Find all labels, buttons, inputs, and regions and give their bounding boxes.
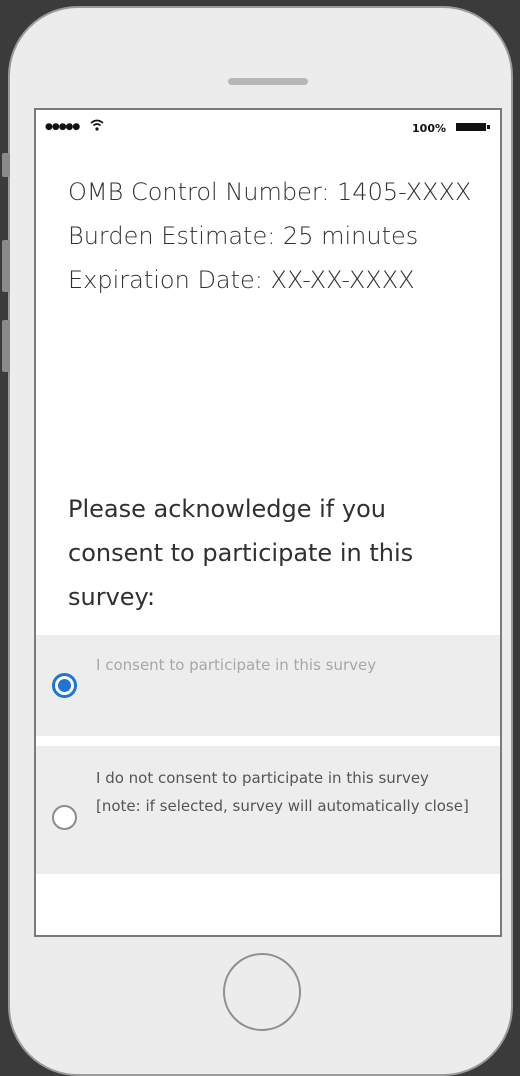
wifi-icon — [90, 119, 104, 131]
radio-selected-icon[interactable] — [52, 673, 77, 698]
consent-option-no-label: I do not consent to participate in this … — [96, 769, 469, 815]
expiration-date: Expiration Date: XX-XX-XXXX — [68, 266, 415, 294]
omb-control-number: OMB Control Number: 1405-XXXX — [68, 178, 472, 206]
consent-option-yes-label: I consent to participate in this survey — [96, 656, 377, 674]
signal-strength: ●●●●● — [45, 122, 80, 132]
phone-frame: ●●●●● 100% OMB Control Number: 1405-XXXX… — [2, 6, 513, 1076]
omb-info-block: OMB Control Number: 1405-XXXX Burden Est… — [68, 170, 478, 302]
speaker-grille — [228, 78, 308, 85]
status-bar: ●●●●● 100% — [36, 110, 500, 142]
mute-switch — [2, 153, 10, 177]
consent-option-yes[interactable]: I consent to participate in this survey — [36, 635, 500, 736]
home-button[interactable] — [223, 953, 301, 1031]
volume-down-button — [2, 320, 10, 372]
consent-option-no[interactable]: I do not consent to participate in this … — [36, 746, 500, 874]
radio-unselected-icon[interactable] — [52, 805, 77, 830]
battery-icon — [456, 123, 490, 131]
battery-percent: 100% — [412, 122, 446, 135]
burden-estimate: Burden Estimate: 25 minutes — [68, 222, 419, 250]
consent-prompt: Please acknowledge if you consent to par… — [68, 495, 414, 611]
volume-up-button — [2, 240, 10, 292]
phone-screen: ●●●●● 100% OMB Control Number: 1405-XXXX… — [34, 108, 502, 937]
